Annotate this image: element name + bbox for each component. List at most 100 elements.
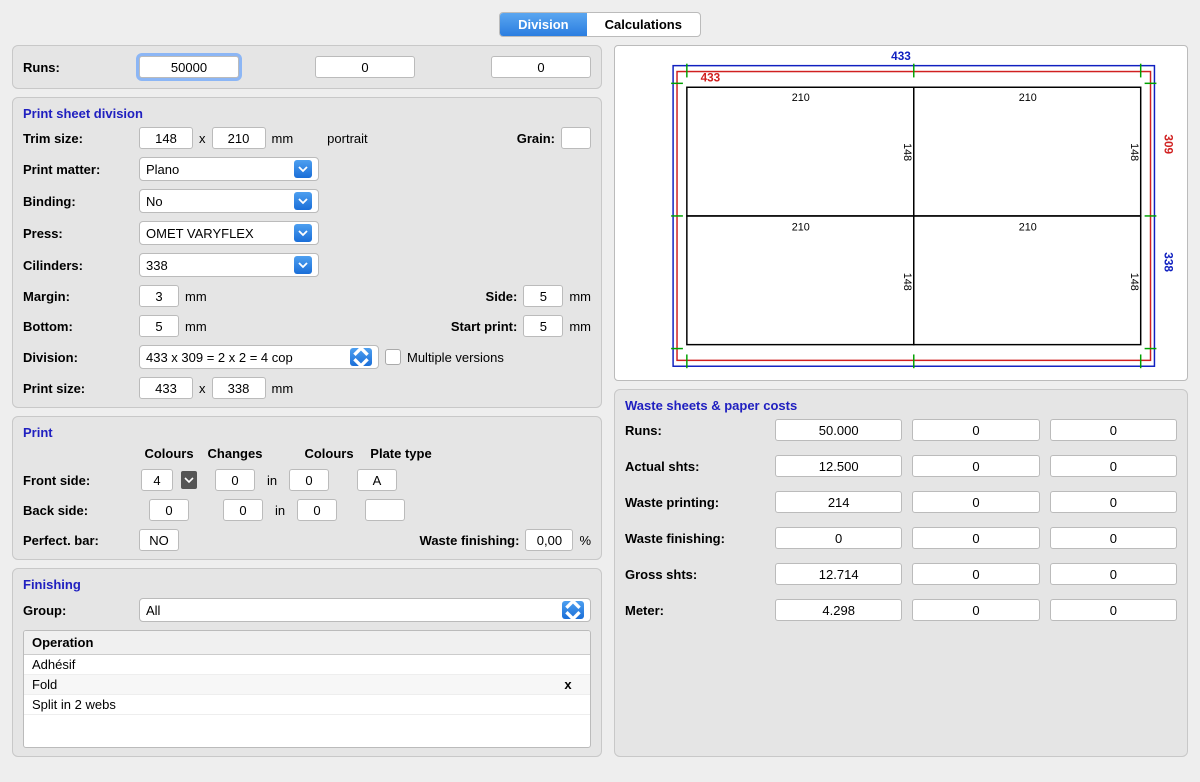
- binding-label: Binding:: [23, 194, 133, 209]
- trim-label: Trim size:: [23, 131, 133, 146]
- svg-text:433: 433: [701, 71, 721, 84]
- chevrons-icon: [562, 601, 584, 619]
- svg-text:338: 338: [1161, 252, 1174, 272]
- group-value: All: [146, 603, 160, 618]
- press-value: OMET VARYFLEX: [146, 226, 254, 241]
- waste-runs-3[interactable]: [1050, 419, 1177, 441]
- wastefin-input[interactable]: [525, 529, 573, 551]
- gross-shts-2[interactable]: [912, 563, 1039, 585]
- colours2-hdr: Colours: [299, 446, 359, 461]
- tab-calculations[interactable]: Calculations: [587, 13, 700, 36]
- side-input[interactable]: [523, 285, 563, 307]
- in-label: in: [269, 503, 291, 518]
- perfectbar-input[interactable]: [139, 529, 179, 551]
- press-select[interactable]: OMET VARYFLEX: [139, 221, 319, 245]
- gross-shts-3[interactable]: [1050, 563, 1177, 585]
- trim-w-input[interactable]: [139, 127, 193, 149]
- in-label: in: [261, 473, 283, 488]
- waste-printing-2[interactable]: [912, 491, 1039, 513]
- orientation-text: portrait: [327, 131, 367, 146]
- print-matter-select[interactable]: Plano: [139, 157, 319, 181]
- front-colours2-input[interactable]: [289, 469, 329, 491]
- group-select[interactable]: All: [139, 598, 591, 622]
- grain-input[interactable]: [561, 127, 591, 149]
- actual-shts-2[interactable]: [912, 455, 1039, 477]
- back-label: Back side:: [23, 503, 133, 518]
- gross-shts-label: Gross shts:: [625, 567, 765, 582]
- psd-title: Print sheet division: [23, 106, 591, 121]
- waste-title: Waste sheets & paper costs: [625, 398, 1177, 413]
- operation-row[interactable]: Split in 2 webs: [24, 695, 590, 715]
- waste-printing-3[interactable]: [1050, 491, 1177, 513]
- finishing-title: Finishing: [23, 577, 591, 592]
- actual-shts-3[interactable]: [1050, 455, 1177, 477]
- perfectbar-label: Perfect. bar:: [23, 533, 133, 548]
- meter-label: Meter:: [625, 603, 765, 618]
- margin-input[interactable]: [139, 285, 179, 307]
- division-select[interactable]: 433 x 309 = 2 x 2 = 4 cop: [139, 345, 379, 369]
- side-label: Side:: [486, 289, 518, 304]
- chevron-down-icon: [294, 256, 312, 274]
- chevron-down-icon: [294, 160, 312, 178]
- back-colours-input[interactable]: [149, 499, 189, 521]
- waste-runs-1[interactable]: [775, 419, 902, 441]
- wastefin-label: Waste finishing:: [420, 533, 520, 548]
- meter-3[interactable]: [1050, 599, 1177, 621]
- bottom-label: Bottom:: [23, 319, 133, 334]
- press-label: Press:: [23, 226, 133, 241]
- back-plate-input[interactable]: [365, 499, 405, 521]
- operations-table[interactable]: Operation Adhésif Fold x Split in 2 webs: [23, 630, 591, 748]
- front-changes-input[interactable]: [215, 469, 255, 491]
- chevrons-icon: [350, 348, 372, 366]
- side-unit: mm: [569, 289, 591, 304]
- grain-label: Grain:: [517, 131, 555, 146]
- multiple-versions-checkbox[interactable]: [385, 349, 401, 365]
- operation-row[interactable]: Adhésif: [24, 655, 590, 675]
- actual-shts-label: Actual shts:: [625, 459, 765, 474]
- print-matter-value: Plano: [146, 162, 179, 177]
- waste-finishing-1[interactable]: [775, 527, 902, 549]
- cilinders-select[interactable]: 338: [139, 253, 319, 277]
- colours-hdr: Colours: [139, 446, 199, 461]
- waste-printing-label: Waste printing:: [625, 495, 765, 510]
- chevron-down-icon: [294, 224, 312, 242]
- svg-text:148: 148: [1128, 143, 1140, 161]
- meter-1[interactable]: [775, 599, 902, 621]
- layout-diagram: 433 309 338 433: [614, 45, 1188, 381]
- bottom-input[interactable]: [139, 315, 179, 337]
- back-changes-input[interactable]: [223, 499, 263, 521]
- binding-select[interactable]: No: [139, 189, 319, 213]
- printsize-h-input[interactable]: [212, 377, 266, 399]
- trim-unit: mm: [272, 131, 294, 146]
- print-matter-label: Print matter:: [23, 162, 133, 177]
- printsize-w-input[interactable]: [139, 377, 193, 399]
- back-colours2-input[interactable]: [297, 499, 337, 521]
- runs-1-input[interactable]: [139, 56, 239, 78]
- cilinders-value: 338: [146, 258, 168, 273]
- waste-printing-1[interactable]: [775, 491, 902, 513]
- changes-hdr: Changes: [205, 446, 265, 461]
- waste-finishing-2[interactable]: [912, 527, 1039, 549]
- runs-2-input[interactable]: [315, 56, 415, 78]
- gross-shts-1[interactable]: [775, 563, 902, 585]
- startprint-input[interactable]: [523, 315, 563, 337]
- multiple-versions-label: Multiple versions: [407, 350, 504, 365]
- margin-label: Margin:: [23, 289, 133, 304]
- actual-shts-1[interactable]: [775, 455, 902, 477]
- front-colours-input[interactable]: [141, 469, 173, 491]
- tab-division[interactable]: Division: [500, 13, 587, 36]
- svg-text:148: 148: [901, 143, 913, 161]
- x-sep: x: [199, 381, 206, 396]
- runs-3-input[interactable]: [491, 56, 591, 78]
- operation-row[interactable]: Fold x: [24, 675, 590, 695]
- meter-2[interactable]: [912, 599, 1039, 621]
- trim-h-input[interactable]: [212, 127, 266, 149]
- waste-finishing-3[interactable]: [1050, 527, 1177, 549]
- plate-hdr: Plate type: [365, 446, 437, 461]
- front-plate-input[interactable]: [357, 469, 397, 491]
- svg-text:148: 148: [901, 273, 913, 291]
- svg-text:148: 148: [1128, 273, 1140, 291]
- printsize-unit: mm: [272, 381, 294, 396]
- waste-runs-2[interactable]: [912, 419, 1039, 441]
- dropdown-icon[interactable]: [181, 471, 197, 489]
